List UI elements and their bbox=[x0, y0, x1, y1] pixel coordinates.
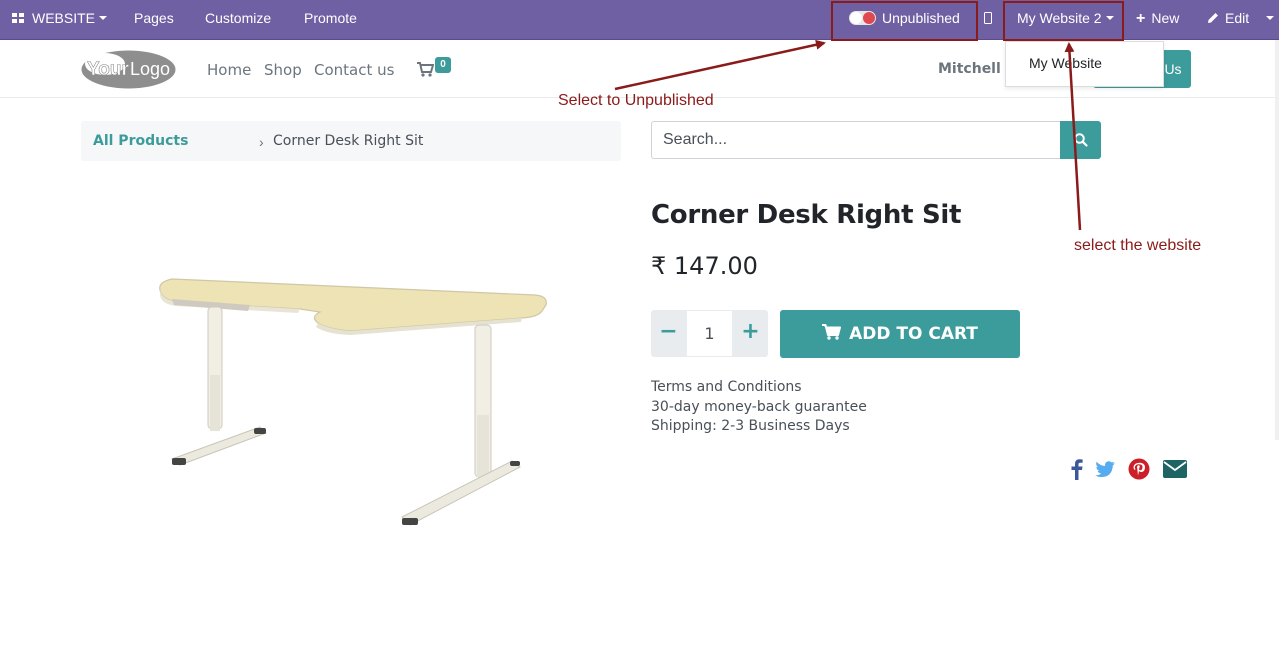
twitter-icon[interactable] bbox=[1092, 456, 1118, 482]
product-price: ₹ 147.00 bbox=[651, 252, 758, 280]
search-icon bbox=[1074, 133, 1088, 147]
facebook-icon[interactable] bbox=[1064, 456, 1090, 482]
app-menu-label: WEBSITE bbox=[32, 10, 96, 26]
add-to-cart-button[interactable]: ADD TO CART bbox=[780, 310, 1020, 358]
terms-and-conditions-link[interactable]: Terms and Conditions bbox=[651, 378, 867, 398]
nav-contact-us[interactable]: Contact us bbox=[314, 61, 394, 79]
svg-text:Your: Your bbox=[87, 59, 129, 80]
new-label: New bbox=[1151, 10, 1180, 26]
scrollbar[interactable] bbox=[1275, 40, 1279, 440]
more-menu[interactable] bbox=[1262, 0, 1274, 40]
cart-icon[interactable] bbox=[417, 62, 434, 77]
minus-icon: − bbox=[659, 319, 678, 344]
product-terms: Terms and Conditions 30-day money-back g… bbox=[651, 378, 867, 437]
add-to-cart-label: ADD TO CART bbox=[849, 324, 978, 344]
logo[interactable]: Your Logo bbox=[81, 50, 176, 89]
pencil-icon bbox=[1208, 12, 1218, 23]
chevron-down-icon bbox=[99, 16, 108, 21]
select-website-annotation: select the website bbox=[1074, 237, 1202, 254]
mobile-icon bbox=[984, 12, 992, 25]
envelope-icon[interactable] bbox=[1162, 456, 1188, 482]
website-selector-highlight-box bbox=[1003, 1, 1124, 41]
customize-menu[interactable]: Customize bbox=[205, 0, 271, 40]
breadcrumb-current: Corner Desk Right Sit bbox=[273, 133, 424, 149]
search-input[interactable] bbox=[651, 121, 1061, 159]
unpublish-annotation: Select to Unpublished bbox=[558, 92, 714, 109]
breadcrumb-all-products[interactable]: All Products bbox=[93, 133, 188, 149]
cart-count-badge: 0 bbox=[435, 57, 451, 73]
chevron-right-icon: › bbox=[259, 134, 264, 150]
chevron-down-icon bbox=[1266, 16, 1274, 21]
breadcrumb: All Products › Corner Desk Right Sit bbox=[81, 121, 621, 161]
nav-home[interactable]: Home bbox=[207, 61, 251, 79]
promote-menu[interactable]: Promote bbox=[304, 0, 357, 40]
website-dropdown-menu: My Website bbox=[1005, 41, 1164, 87]
website-option[interactable]: My Website bbox=[1029, 55, 1102, 71]
plus-icon: + bbox=[741, 319, 760, 344]
quantity-input[interactable] bbox=[686, 310, 733, 357]
nav-shop[interactable]: Shop bbox=[264, 61, 302, 79]
contact-button-label: Us bbox=[1164, 61, 1182, 77]
pages-menu[interactable]: Pages bbox=[134, 0, 174, 40]
product-image bbox=[159, 278, 547, 526]
cart-icon bbox=[822, 324, 842, 340]
product-name: Corner Desk Right Sit bbox=[651, 200, 962, 230]
search-button[interactable] bbox=[1060, 121, 1101, 159]
edit-label: Edit bbox=[1225, 10, 1250, 26]
new-button[interactable]: + New bbox=[1136, 0, 1179, 40]
svg-text:Logo: Logo bbox=[130, 59, 170, 79]
apps-grid-icon bbox=[12, 12, 25, 24]
shipping-text: Shipping: 2-3 Business Days bbox=[651, 418, 850, 434]
plus-icon: + bbox=[1136, 10, 1146, 27]
website-app-menu[interactable]: WEBSITE bbox=[12, 0, 108, 40]
pinterest-icon[interactable] bbox=[1126, 456, 1152, 482]
quantity-increase-button[interactable]: + bbox=[733, 310, 768, 357]
edit-button[interactable]: Edit bbox=[1207, 0, 1249, 40]
mobile-preview-button[interactable] bbox=[984, 0, 992, 40]
unpublished-highlight-box bbox=[831, 1, 978, 41]
money-back-text: 30-day money-back guarantee bbox=[651, 398, 867, 415]
quantity-decrease-button[interactable]: − bbox=[651, 310, 686, 357]
